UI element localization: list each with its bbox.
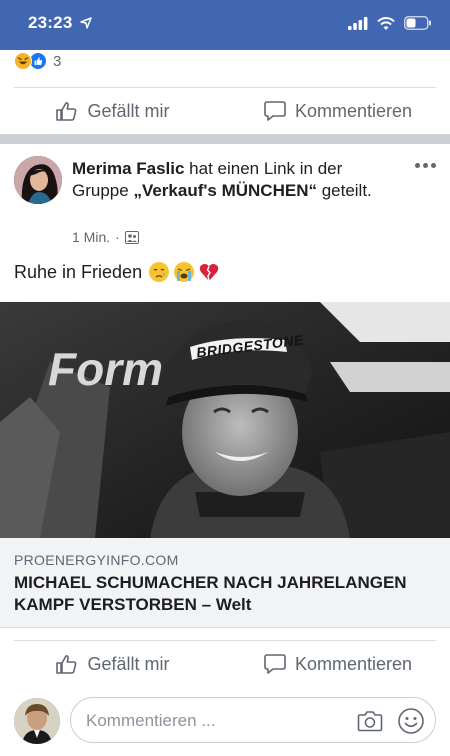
link-domain: PROENERGYINFO.COM: [14, 552, 179, 568]
loudly-crying-face-icon: [174, 262, 195, 282]
status-bar: 23:23: [0, 0, 450, 50]
background-logo-text: Form: [48, 343, 163, 395]
thumbs-up-icon: [56, 102, 77, 121]
link-preview[interactable]: PROENERGYINFO.COM MICHAEL SCHUMACHER NAC…: [0, 538, 450, 628]
comment-placeholder: Kommentieren ...: [86, 711, 216, 730]
broken-heart-icon: [199, 264, 219, 282]
comment-bubble-icon: [264, 101, 286, 121]
status-time-text: 23:23: [28, 13, 73, 32]
link-preview-image[interactable]: BRIDGESTONE Form: [0, 302, 450, 538]
status-time: 23:23: [28, 13, 93, 33]
location-arrow-icon: [80, 17, 93, 29]
author-name[interactable]: Merima Faslic: [72, 159, 184, 178]
post-action-bar-previous: Gefällt mir Kommentieren: [0, 88, 450, 134]
comment-input[interactable]: Kommentieren ...: [70, 697, 436, 743]
like-button[interactable]: Gefällt mir: [0, 641, 225, 687]
signal-icon: [348, 16, 368, 30]
group-icon: [124, 230, 139, 244]
reactions-summary[interactable]: 3: [14, 50, 61, 72]
emoji-icon[interactable]: [397, 707, 425, 735]
comment-label: Kommentieren: [294, 100, 413, 121]
like-button[interactable]: Gefällt mir: [0, 88, 225, 134]
reaction-count: 3: [53, 52, 62, 70]
comment-bubble-icon: [264, 654, 286, 674]
user-avatar[interactable]: [14, 698, 60, 744]
post-header-text: Merima Faslic hat einen Link in der Grup…: [72, 158, 392, 202]
link-title: MICHAEL SCHUMACHER NACH JAHRELANGEN KAMP…: [14, 573, 407, 614]
thumbs-up-icon: [56, 655, 77, 674]
camera-icon[interactable]: [357, 709, 383, 733]
battery-icon: [404, 16, 431, 30]
like-label: Gefällt mir: [87, 100, 170, 121]
wifi-icon: [377, 16, 395, 30]
status-icons: [348, 16, 432, 30]
post-action-suffix: geteilt.: [316, 181, 372, 200]
post-time[interactable]: 1 Min.: [72, 229, 110, 245]
meta-separator: ·: [115, 229, 120, 245]
post-message: Ruhe in Frieden: [14, 261, 143, 282]
post-action-bar: Gefällt mir Kommentieren: [0, 641, 450, 687]
more-options-icon[interactable]: [415, 163, 436, 168]
crying-face-icon: [149, 262, 170, 282]
comment-composer: Kommentieren ...: [0, 694, 450, 746]
group-name[interactable]: „Verkauf's MÜNCHEN“: [133, 181, 317, 200]
author-avatar[interactable]: [14, 156, 62, 204]
comment-label: Kommentieren: [294, 653, 413, 674]
news-photo: [0, 302, 450, 538]
post-meta: 1 Min. ·: [72, 229, 139, 245]
comment-button[interactable]: Kommentieren: [225, 641, 450, 687]
post-emojis: [148, 261, 220, 283]
haha-icon: [14, 52, 32, 70]
comment-button[interactable]: Kommentieren: [225, 88, 450, 134]
feed-separator: [0, 134, 450, 144]
like-label: Gefällt mir: [87, 653, 170, 674]
post-text: Ruhe in Frieden: [14, 261, 220, 283]
